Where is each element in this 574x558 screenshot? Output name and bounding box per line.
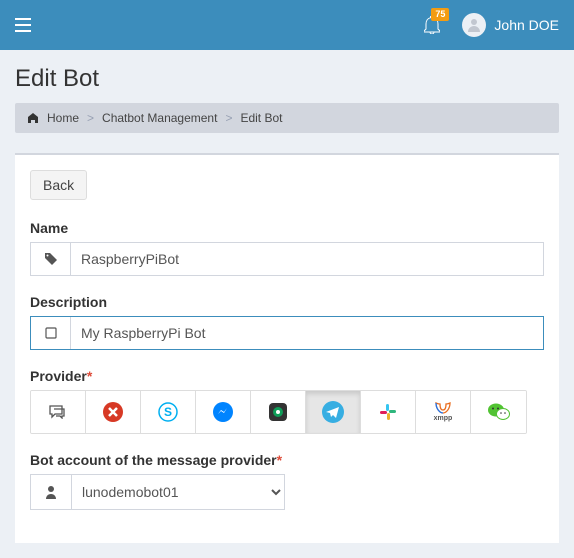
bot-account-label: Bot account of the message provider* xyxy=(30,452,544,468)
breadcrumb: Home > Chatbot Management > Edit Bot xyxy=(15,103,559,133)
breadcrumb-current: Edit Bot xyxy=(240,111,282,125)
provider-skype-button[interactable]: S xyxy=(141,391,196,433)
wechat-icon xyxy=(487,402,511,422)
slack-icon xyxy=(378,402,398,422)
notifications-button[interactable]: 75 xyxy=(424,16,440,34)
messenger-icon xyxy=(212,401,234,423)
user-name-label: John DOE xyxy=(494,17,559,33)
description-input[interactable] xyxy=(71,317,543,349)
content-header: Edit Bot Home > Chatbot Management > Edi… xyxy=(0,50,574,138)
tag-icon xyxy=(31,243,71,275)
breadcrumb-sep: > xyxy=(225,111,232,125)
content: Back Name Description Provider* xyxy=(0,138,574,558)
provider-options: S xyxy=(30,390,527,434)
provider-telegram-button[interactable] xyxy=(306,391,361,433)
page-title: Edit Bot xyxy=(15,65,559,93)
hangouts-icon xyxy=(267,401,289,423)
provider-slack-button[interactable] xyxy=(361,391,416,433)
topbar: 75 John DOE xyxy=(0,0,574,50)
hamburger-icon xyxy=(15,18,31,32)
provider-messenger-button[interactable] xyxy=(196,391,251,433)
provider-label: Provider* xyxy=(30,368,544,384)
note-icon xyxy=(31,317,71,349)
bot-account-select[interactable]: lunodemobot01 xyxy=(71,475,284,509)
provider-xmpp-button[interactable]: xmpp xyxy=(416,391,471,433)
description-label: Description xyxy=(30,294,544,310)
cross-circle-icon xyxy=(102,401,124,423)
breadcrumb-mgmt[interactable]: Chatbot Management xyxy=(102,111,217,125)
provider-irc-button[interactable] xyxy=(31,391,86,433)
bot-account-select-group: lunodemobot01 xyxy=(30,474,285,510)
description-group: Description xyxy=(30,294,544,350)
provider-disabled-button[interactable] xyxy=(86,391,141,433)
provider-hangouts-button[interactable] xyxy=(251,391,306,433)
skype-icon: S xyxy=(157,401,179,423)
user-icon xyxy=(466,17,482,33)
xmpp-icon xyxy=(434,402,452,414)
description-input-group xyxy=(30,316,544,350)
user-icon xyxy=(31,475,71,509)
chat-icon xyxy=(49,405,67,419)
menu-toggle-button[interactable] xyxy=(15,18,31,32)
name-input-group xyxy=(30,242,544,276)
name-label: Name xyxy=(30,220,544,236)
topbar-right: 75 John DOE xyxy=(424,13,559,37)
name-input[interactable] xyxy=(71,243,543,275)
notification-badge: 75 xyxy=(431,8,449,21)
bot-account-group: Bot account of the message provider* lun… xyxy=(30,452,544,510)
form-box: Back Name Description Provider* xyxy=(15,153,559,543)
provider-group: Provider* S xyxy=(30,368,544,434)
svg-text:S: S xyxy=(164,405,172,419)
breadcrumb-sep: > xyxy=(87,111,94,125)
avatar xyxy=(462,13,486,37)
name-group: Name xyxy=(30,220,544,276)
back-button[interactable]: Back xyxy=(30,170,87,200)
home-icon xyxy=(27,112,39,124)
telegram-icon xyxy=(321,400,345,424)
breadcrumb-home[interactable]: Home xyxy=(47,111,79,125)
provider-wechat-button[interactable] xyxy=(471,391,526,433)
user-menu-button[interactable]: John DOE xyxy=(462,13,559,37)
